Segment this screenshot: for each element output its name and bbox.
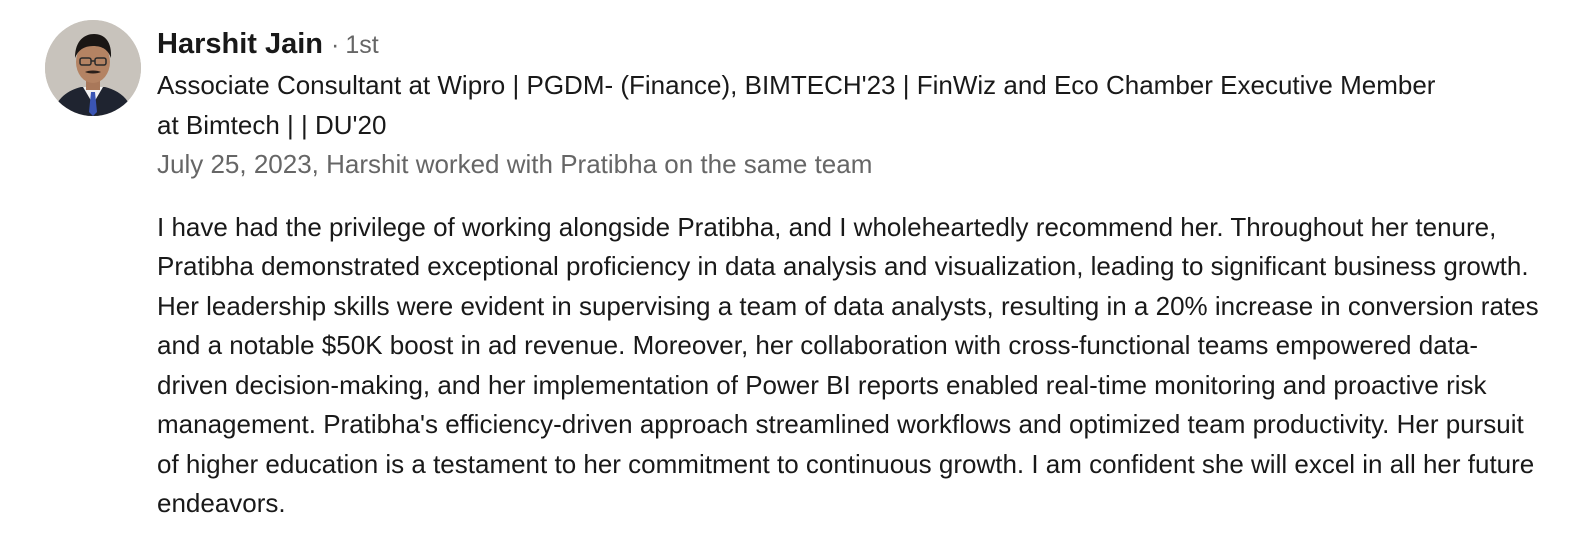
author-name-link[interactable]: Harshit Jain [157,22,323,66]
author-headline: Associate Consultant at Wipro | PGDM- (F… [157,70,1436,140]
recommendation-content: Harshit Jain · 1st Associate Consultant a… [157,22,1557,524]
avatar[interactable] [45,20,141,116]
author-row: Harshit Jain · 1st [157,22,1557,66]
avatar-portrait-icon [45,20,141,116]
degree-label: 1st [345,31,379,59]
connection-degree: · 1st [331,23,379,67]
recommendation-card: Harshit Jain · 1st Associate Consultant a… [0,0,1590,540]
recommendation-meta: July 25, 2023, Harshit worked with Prati… [157,149,873,179]
degree-separator: · [331,31,340,59]
recommendation-text: I have had the privilege of working alon… [157,211,1539,519]
